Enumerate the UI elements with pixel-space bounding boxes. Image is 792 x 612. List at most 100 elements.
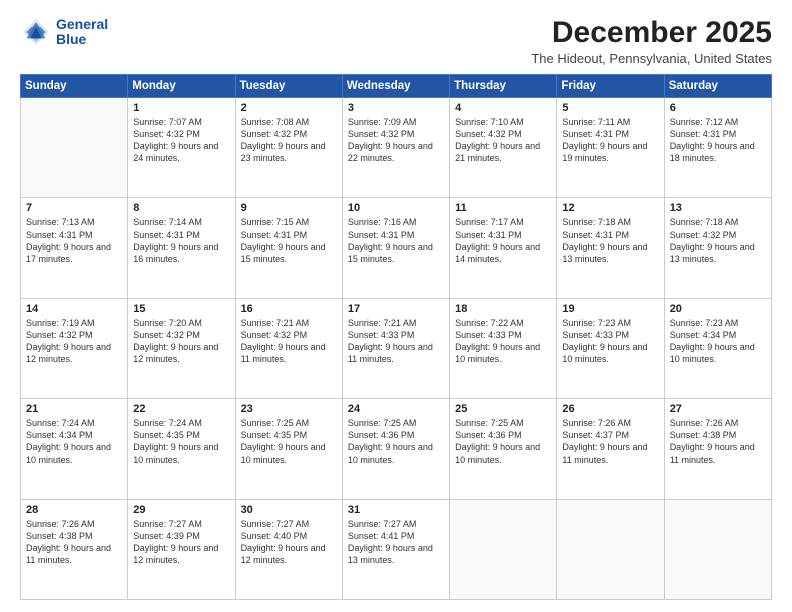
day-number: 27 — [670, 403, 766, 415]
sunset-text: Sunset: 4:35 PM — [241, 429, 337, 441]
calendar-week-row: 14 Sunrise: 7:19 AM Sunset: 4:32 PM Dayl… — [21, 298, 772, 398]
sunset-text: Sunset: 4:38 PM — [670, 429, 766, 441]
day-info: Sunrise: 7:27 AM Sunset: 4:40 PM Dayligh… — [241, 518, 337, 567]
sunset-text: Sunset: 4:32 PM — [133, 329, 229, 341]
day-info: Sunrise: 7:13 AM Sunset: 4:31 PM Dayligh… — [26, 216, 122, 265]
table-row: 26 Sunrise: 7:26 AM Sunset: 4:37 PM Dayl… — [557, 399, 664, 499]
sunset-text: Sunset: 4:31 PM — [133, 229, 229, 241]
table-row: 15 Sunrise: 7:20 AM Sunset: 4:32 PM Dayl… — [128, 298, 235, 398]
day-info: Sunrise: 7:22 AM Sunset: 4:33 PM Dayligh… — [455, 317, 551, 366]
day-info: Sunrise: 7:21 AM Sunset: 4:32 PM Dayligh… — [241, 317, 337, 366]
day-number: 21 — [26, 403, 122, 415]
day-info: Sunrise: 7:07 AM Sunset: 4:32 PM Dayligh… — [133, 116, 229, 165]
daylight-text: Daylight: 9 hours and 10 minutes. — [133, 441, 229, 465]
sunset-text: Sunset: 4:32 PM — [348, 128, 444, 140]
sunrise-text: Sunrise: 7:25 AM — [455, 417, 551, 429]
sunrise-text: Sunrise: 7:23 AM — [670, 317, 766, 329]
day-number: 28 — [26, 504, 122, 516]
daylight-text: Daylight: 9 hours and 11 minutes. — [26, 542, 122, 566]
sunset-text: Sunset: 4:32 PM — [670, 229, 766, 241]
sunrise-text: Sunrise: 7:16 AM — [348, 216, 444, 228]
sunset-text: Sunset: 4:31 PM — [562, 128, 658, 140]
sunrise-text: Sunrise: 7:08 AM — [241, 116, 337, 128]
header-saturday: Saturday — [664, 75, 771, 98]
sunrise-text: Sunrise: 7:18 AM — [562, 216, 658, 228]
day-info: Sunrise: 7:26 AM Sunset: 4:38 PM Dayligh… — [670, 417, 766, 466]
day-number: 14 — [26, 303, 122, 315]
daylight-text: Daylight: 9 hours and 12 minutes. — [133, 542, 229, 566]
day-number: 29 — [133, 504, 229, 516]
sunrise-text: Sunrise: 7:19 AM — [26, 317, 122, 329]
daylight-text: Daylight: 9 hours and 10 minutes. — [562, 341, 658, 365]
daylight-text: Daylight: 9 hours and 22 minutes. — [348, 140, 444, 164]
daylight-text: Daylight: 9 hours and 15 minutes. — [348, 241, 444, 265]
header: General Blue December 2025 The Hideout, … — [20, 16, 772, 66]
sunrise-text: Sunrise: 7:24 AM — [133, 417, 229, 429]
sunset-text: Sunset: 4:31 PM — [241, 229, 337, 241]
table-row: 10 Sunrise: 7:16 AM Sunset: 4:31 PM Dayl… — [342, 198, 449, 298]
sunrise-text: Sunrise: 7:24 AM — [26, 417, 122, 429]
header-tuesday: Tuesday — [235, 75, 342, 98]
sunrise-text: Sunrise: 7:14 AM — [133, 216, 229, 228]
table-row: 17 Sunrise: 7:21 AM Sunset: 4:33 PM Dayl… — [342, 298, 449, 398]
sunrise-text: Sunrise: 7:13 AM — [26, 216, 122, 228]
table-row: 24 Sunrise: 7:25 AM Sunset: 4:36 PM Dayl… — [342, 399, 449, 499]
day-info: Sunrise: 7:27 AM Sunset: 4:39 PM Dayligh… — [133, 518, 229, 567]
table-row: 27 Sunrise: 7:26 AM Sunset: 4:38 PM Dayl… — [664, 399, 771, 499]
table-row: 18 Sunrise: 7:22 AM Sunset: 4:33 PM Dayl… — [450, 298, 557, 398]
table-row: 6 Sunrise: 7:12 AM Sunset: 4:31 PM Dayli… — [664, 98, 771, 198]
day-info: Sunrise: 7:23 AM Sunset: 4:34 PM Dayligh… — [670, 317, 766, 366]
day-info: Sunrise: 7:26 AM Sunset: 4:37 PM Dayligh… — [562, 417, 658, 466]
daylight-text: Daylight: 9 hours and 11 minutes. — [348, 341, 444, 365]
daylight-text: Daylight: 9 hours and 10 minutes. — [455, 441, 551, 465]
logo-text: General Blue — [56, 17, 108, 48]
sunset-text: Sunset: 4:37 PM — [562, 429, 658, 441]
sunset-text: Sunset: 4:32 PM — [455, 128, 551, 140]
day-info: Sunrise: 7:25 AM Sunset: 4:36 PM Dayligh… — [348, 417, 444, 466]
sunrise-text: Sunrise: 7:25 AM — [348, 417, 444, 429]
sunset-text: Sunset: 4:41 PM — [348, 530, 444, 542]
day-number: 30 — [241, 504, 337, 516]
table-row: 4 Sunrise: 7:10 AM Sunset: 4:32 PM Dayli… — [450, 98, 557, 198]
day-number: 13 — [670, 202, 766, 214]
table-row: 22 Sunrise: 7:24 AM Sunset: 4:35 PM Dayl… — [128, 399, 235, 499]
sunset-text: Sunset: 4:34 PM — [670, 329, 766, 341]
day-info: Sunrise: 7:24 AM Sunset: 4:34 PM Dayligh… — [26, 417, 122, 466]
daylight-text: Daylight: 9 hours and 12 minutes. — [241, 542, 337, 566]
day-number: 18 — [455, 303, 551, 315]
day-number: 8 — [133, 202, 229, 214]
day-info: Sunrise: 7:12 AM Sunset: 4:31 PM Dayligh… — [670, 116, 766, 165]
daylight-text: Daylight: 9 hours and 18 minutes. — [670, 140, 766, 164]
day-info: Sunrise: 7:25 AM Sunset: 4:36 PM Dayligh… — [455, 417, 551, 466]
calendar-week-row: 1 Sunrise: 7:07 AM Sunset: 4:32 PM Dayli… — [21, 98, 772, 198]
table-row: 5 Sunrise: 7:11 AM Sunset: 4:31 PM Dayli… — [557, 98, 664, 198]
daylight-text: Daylight: 9 hours and 13 minutes. — [562, 241, 658, 265]
day-info: Sunrise: 7:17 AM Sunset: 4:31 PM Dayligh… — [455, 216, 551, 265]
calendar-header-row: Sunday Monday Tuesday Wednesday Thursday… — [21, 75, 772, 98]
table-row — [557, 499, 664, 599]
header-friday: Friday — [557, 75, 664, 98]
sunrise-text: Sunrise: 7:07 AM — [133, 116, 229, 128]
day-number: 5 — [562, 102, 658, 114]
sunset-text: Sunset: 4:33 PM — [455, 329, 551, 341]
sunrise-text: Sunrise: 7:21 AM — [348, 317, 444, 329]
daylight-text: Daylight: 9 hours and 16 minutes. — [133, 241, 229, 265]
sunrise-text: Sunrise: 7:23 AM — [562, 317, 658, 329]
sunrise-text: Sunrise: 7:18 AM — [670, 216, 766, 228]
sunset-text: Sunset: 4:31 PM — [670, 128, 766, 140]
daylight-text: Daylight: 9 hours and 10 minutes. — [670, 341, 766, 365]
day-info: Sunrise: 7:26 AM Sunset: 4:38 PM Dayligh… — [26, 518, 122, 567]
day-number: 4 — [455, 102, 551, 114]
table-row: 16 Sunrise: 7:21 AM Sunset: 4:32 PM Dayl… — [235, 298, 342, 398]
daylight-text: Daylight: 9 hours and 12 minutes. — [26, 341, 122, 365]
daylight-text: Daylight: 9 hours and 10 minutes. — [26, 441, 122, 465]
day-info: Sunrise: 7:19 AM Sunset: 4:32 PM Dayligh… — [26, 317, 122, 366]
title-block: December 2025 The Hideout, Pennsylvania,… — [531, 16, 772, 66]
table-row: 23 Sunrise: 7:25 AM Sunset: 4:35 PM Dayl… — [235, 399, 342, 499]
daylight-text: Daylight: 9 hours and 17 minutes. — [26, 241, 122, 265]
daylight-text: Daylight: 9 hours and 23 minutes. — [241, 140, 337, 164]
month-title: December 2025 — [531, 16, 772, 49]
table-row: 19 Sunrise: 7:23 AM Sunset: 4:33 PM Dayl… — [557, 298, 664, 398]
day-number: 1 — [133, 102, 229, 114]
sunset-text: Sunset: 4:32 PM — [241, 128, 337, 140]
